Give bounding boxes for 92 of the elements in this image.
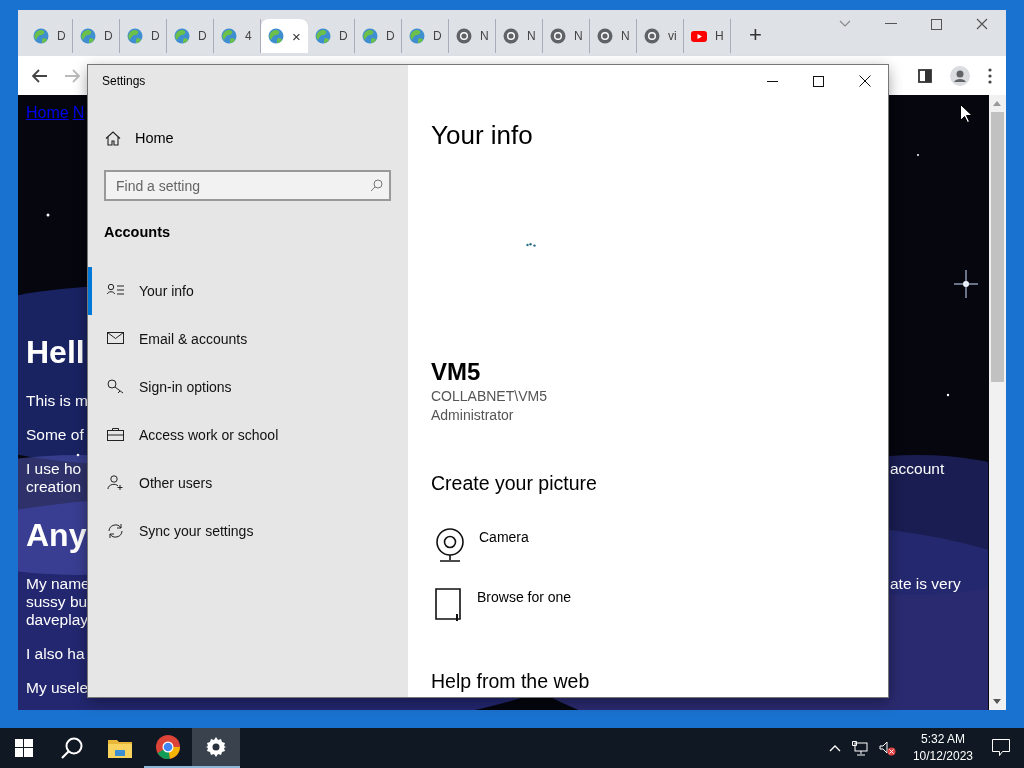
heading: Any [26,517,87,554]
globe-icon [33,28,49,44]
paragraph: I use ho creation [26,460,82,496]
paragraph: I also ha [26,645,85,663]
back-arrow-icon[interactable] [32,68,48,83]
minimize-icon[interactable] [767,80,778,82]
scrollbar[interactable] [989,95,1006,710]
close-tab-button[interactable]: × [292,28,301,44]
user-name: VM5 [431,357,481,387]
new-tab-button[interactable]: + [749,22,762,48]
loading-spinner-icon [526,243,536,247]
taskbar-button[interactable] [192,728,240,768]
browser-tab[interactable]: N [590,19,637,53]
key-icon [107,379,124,395]
clock-date[interactable]: 10/12/2023 [912,748,973,765]
browser-tab[interactable]: D [120,19,167,53]
chrome-logo-icon [503,28,519,44]
folder-icon [108,738,132,758]
search-icon [370,179,383,192]
browser-tab[interactable]: H [684,19,731,53]
nav-item[interactable]: Email & accounts [88,315,408,363]
person-add-icon [107,475,124,491]
browser-tab[interactable]: D [308,19,355,53]
side-panel-icon[interactable] [918,68,932,83]
mouse-cursor-icon [960,104,972,123]
briefcase-icon [107,427,124,443]
browser-tab[interactable]: D [402,19,449,53]
globe-icon [268,28,284,44]
browser-tab[interactable]: vi [637,19,684,53]
paragraph: account [890,460,945,478]
envelope-icon [107,331,124,347]
globe-icon [174,28,190,44]
sync-icon [107,523,124,539]
scroll-down-icon[interactable] [993,699,1001,704]
account-name: COLLABNET\VM5 [431,387,547,406]
volume-muted-icon[interactable] [878,740,896,756]
globe-icon [221,28,237,44]
windows-logo-icon [15,739,33,757]
account-role: Administrator [431,406,514,425]
browser-tab[interactable]: D [355,19,402,53]
globe-icon [80,28,96,44]
scrollbar-thumb[interactable] [991,112,1004,382]
browser-tab[interactable]: D [73,19,120,53]
chrome-logo-icon [456,28,472,44]
chrome-logo-icon [550,28,566,44]
globe-icon [409,28,425,44]
browser-tab[interactable]: × [261,19,308,53]
document-icon [435,588,463,622]
section-heading: Help from the web [431,669,590,694]
picture-option[interactable]: Browse for one [435,588,572,622]
paragraph: ate is very [890,575,961,593]
globe-icon [362,28,378,44]
picture-option[interactable]: Camera [435,528,529,562]
profile-icon[interactable] [950,65,970,86]
webcam-icon [435,528,465,562]
window-title: Settings [102,73,146,90]
globe-icon [127,28,143,44]
browser-tab[interactable]: D [167,19,214,53]
paragraph: This is m [26,392,88,410]
chevron-up-icon[interactable] [828,744,841,752]
search-field[interactable]: Find a setting [104,170,391,201]
page-title: Your info [431,120,533,150]
chevron-down-icon[interactable] [839,20,851,28]
maximize-icon[interactable] [813,75,824,87]
nav-item[interactable]: Sync your settings [88,507,408,555]
chrome-logo-icon [644,28,660,44]
paragraph: My usele [26,679,89,697]
paragraph: Some of [26,426,84,444]
chrome-logo-icon [156,735,180,759]
browser-tab[interactable]: N [496,19,543,53]
paragraph: My name sussy bu daveplay [26,575,90,629]
nav-item[interactable]: Sign-in options [88,363,408,411]
close-icon[interactable] [859,75,871,87]
notification-icon[interactable] [992,739,1010,757]
browser-tab[interactable]: N [449,19,496,53]
globe-icon [315,28,331,44]
more-menu-icon[interactable] [988,67,992,84]
play-logo-icon [691,28,707,44]
chrome-logo-icon [597,28,613,44]
browser-tab[interactable]: D [26,19,73,53]
section-heading: Create your picture [431,471,597,496]
house-icon [105,130,121,146]
search-icon [61,737,83,759]
clock-time[interactable]: 5:32 AM [912,731,973,748]
heading: Hell [26,334,85,371]
home-link[interactable]: Home [104,118,174,158]
network-icon[interactable] [851,740,868,756]
gear-icon [206,737,226,757]
browser-tab[interactable]: N [543,19,590,53]
section-heading: Accounts [104,223,171,242]
nav-item[interactable]: Access work or school [88,411,408,459]
nav-item[interactable]: Other users [88,459,408,507]
